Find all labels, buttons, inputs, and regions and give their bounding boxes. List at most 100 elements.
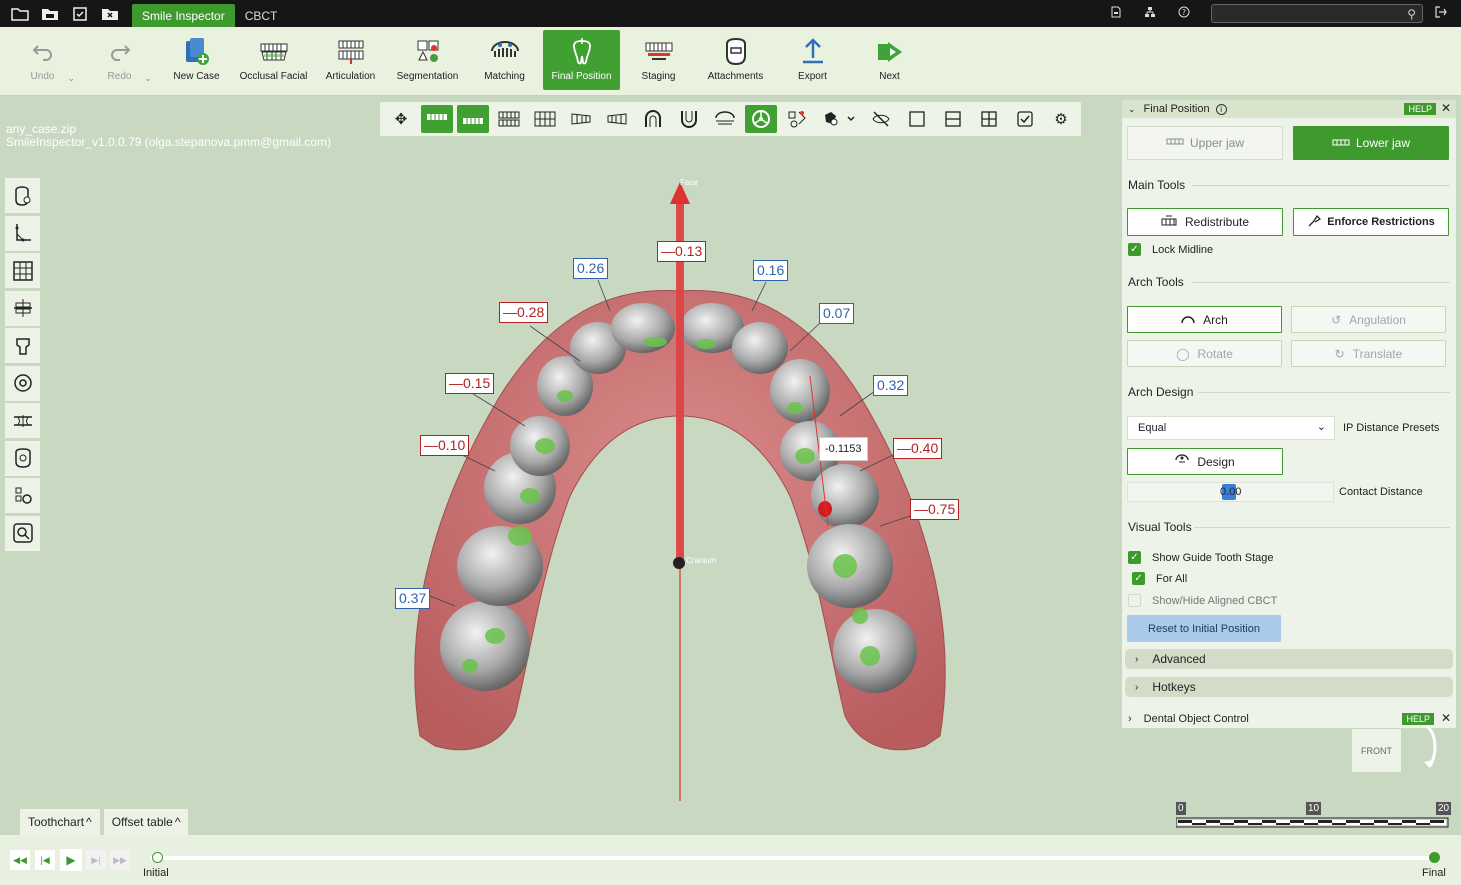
tooth-inspect-icon[interactable]: [5, 515, 40, 551]
document-icon[interactable]: [1099, 6, 1133, 21]
redo-dropdown-chevron-icon[interactable]: ⌄: [144, 73, 152, 84]
hide-icon[interactable]: [865, 105, 897, 133]
measurement-value[interactable]: 0.07: [819, 303, 855, 324]
view-cube-front[interactable]: FRONT: [1352, 729, 1401, 772]
search-box[interactable]: ⚲: [1211, 4, 1423, 23]
tooth-link-icon[interactable]: [5, 478, 40, 513]
measurement-value[interactable]: —0.40: [893, 438, 943, 459]
first-stage-icon[interactable]: ◀◀: [10, 850, 30, 870]
grid-icon[interactable]: [5, 253, 40, 288]
open-folder-icon[interactable]: [10, 5, 30, 23]
show-guide-checkbox[interactable]: ✓: [1128, 551, 1141, 564]
design-button[interactable]: Design: [1127, 448, 1283, 475]
rotate-button[interactable]: ◯ Rotate: [1127, 340, 1282, 367]
both-jaws-icon[interactable]: [493, 105, 525, 133]
steering-wheel-icon[interactable]: [745, 105, 777, 133]
occlusal-plane-icon[interactable]: [5, 290, 40, 326]
dental-object-control-header[interactable]: › Dental Object Control HELP ✕: [1122, 709, 1456, 728]
tooth-tools-icon[interactable]: [781, 105, 813, 133]
matching-button[interactable]: Matching: [466, 30, 543, 90]
crown-icon[interactable]: [5, 328, 40, 363]
measurement-value[interactable]: —0.15: [445, 373, 495, 394]
tab-toothchart[interactable]: Toothchart ^: [20, 809, 100, 835]
arch-button[interactable]: Arch: [1127, 306, 1282, 333]
bite-icon[interactable]: [5, 403, 40, 438]
measurement-value[interactable]: —0.28: [499, 302, 549, 323]
upper-jaw-view-icon[interactable]: [421, 105, 453, 133]
split-horizontal-icon[interactable]: [937, 105, 969, 133]
upper-jaw-button[interactable]: Upper jaw: [1127, 126, 1283, 160]
move-icon[interactable]: ✥: [385, 105, 417, 133]
new-case-button[interactable]: New Case: [158, 30, 235, 90]
open-cbct-icon[interactable]: [40, 5, 60, 23]
advanced-accordion[interactable]: › Advanced: [1125, 649, 1453, 669]
front-view-icon[interactable]: [529, 105, 561, 133]
tooth-circle-icon[interactable]: [5, 365, 40, 401]
next-button[interactable]: Next: [851, 30, 928, 90]
chevron-down-icon[interactable]: ⌄: [1128, 104, 1136, 115]
attachments-button[interactable]: Attachments: [697, 30, 774, 90]
help-button[interactable]: HELP: [1404, 103, 1436, 115]
right-view-icon[interactable]: [601, 105, 633, 133]
undo-button[interactable]: Undo ⌄: [4, 30, 81, 90]
translate-button[interactable]: ↻ Translate: [1291, 340, 1446, 367]
lock-midline-checkbox[interactable]: ✓: [1128, 243, 1141, 256]
ip-distance-select[interactable]: Equal ⌄: [1127, 416, 1335, 440]
measurement-value[interactable]: 0.37: [395, 588, 431, 609]
save-icon[interactable]: [70, 5, 90, 23]
tooth-search-icon[interactable]: [5, 178, 40, 213]
enforce-restrictions-button[interactable]: Enforce Restrictions: [1293, 208, 1449, 236]
measurement-value[interactable]: —0.10: [420, 435, 470, 456]
stage-end-handle[interactable]: [1429, 852, 1440, 863]
rotate-view-icon[interactable]: [1420, 722, 1446, 774]
stage-start-handle[interactable]: [152, 852, 163, 863]
panel-header[interactable]: ⌄ Final Position i HELP ✕: [1122, 100, 1456, 118]
occlusal-facial-button[interactable]: Occlusal Facial: [235, 30, 312, 90]
show-cbct-checkbox[interactable]: [1128, 594, 1141, 607]
quad-view-icon[interactable]: [973, 105, 1005, 133]
info-icon[interactable]: i: [1215, 103, 1227, 115]
for-all-checkbox[interactable]: ✓: [1132, 572, 1145, 585]
close-case-icon[interactable]: [100, 5, 120, 23]
angulation-button[interactable]: ↺ Angulation: [1291, 306, 1446, 333]
tooth-layer-icon[interactable]: [5, 440, 40, 476]
contact-distance-slider[interactable]: 0.00: [1127, 482, 1334, 502]
left-view-icon[interactable]: [565, 105, 597, 133]
attachment-visibility-icon[interactable]: [817, 105, 861, 133]
close-icon[interactable]: ✕: [1441, 101, 1451, 115]
help-circle-icon[interactable]: ?: [1167, 6, 1201, 21]
last-stage-icon[interactable]: ▶▶: [110, 850, 130, 870]
dental-arch-model[interactable]: [0, 96, 1120, 835]
final-position-button[interactable]: Final Position: [543, 30, 620, 90]
previous-stage-icon[interactable]: |◀: [35, 850, 55, 870]
upper-occlusal-view-icon[interactable]: [637, 105, 669, 133]
measurement-value[interactable]: —0.13: [657, 241, 707, 262]
segmentation-button[interactable]: Segmentation: [389, 30, 466, 90]
3d-viewport[interactable]: any_case.zip SmileInspector_v1.0.0.79 (o…: [0, 96, 1120, 835]
logout-icon[interactable]: [1431, 6, 1451, 21]
measurement-value[interactable]: 0.16: [753, 260, 789, 281]
tab-offset-table[interactable]: Offset table ^: [103, 809, 189, 835]
axis-icon[interactable]: [5, 215, 40, 251]
redistribute-button[interactable]: Redistribute: [1127, 208, 1283, 236]
hotkeys-accordion[interactable]: › Hotkeys: [1125, 677, 1453, 697]
stage-slider[interactable]: [150, 852, 1440, 863]
reset-initial-button[interactable]: Reset to Initial Position: [1127, 615, 1281, 642]
hierarchy-icon[interactable]: [1133, 6, 1167, 21]
single-view-icon[interactable]: [901, 105, 933, 133]
lower-jaw-view-icon[interactable]: [457, 105, 489, 133]
search-input[interactable]: [1212, 5, 1392, 22]
articulation-button[interactable]: Articulation: [312, 30, 389, 90]
lower-occlusal-view-icon[interactable]: [673, 105, 705, 133]
measurement-value[interactable]: 0.26: [573, 258, 609, 279]
tab-smile-inspector[interactable]: Smile Inspector: [132, 4, 235, 27]
undo-dropdown-chevron-icon[interactable]: ⌄: [67, 73, 75, 84]
staging-button[interactable]: Staging: [620, 30, 697, 90]
measurement-value[interactable]: 0.32: [873, 375, 909, 396]
export-button[interactable]: Export: [774, 30, 851, 90]
occlusion-view-icon[interactable]: [709, 105, 741, 133]
measurement-value[interactable]: —0.75: [910, 499, 960, 520]
search-icon[interactable]: ⚲: [1407, 7, 1416, 21]
lower-jaw-button[interactable]: Lower jaw: [1293, 126, 1449, 160]
redo-button[interactable]: Redo ⌄: [81, 30, 158, 90]
